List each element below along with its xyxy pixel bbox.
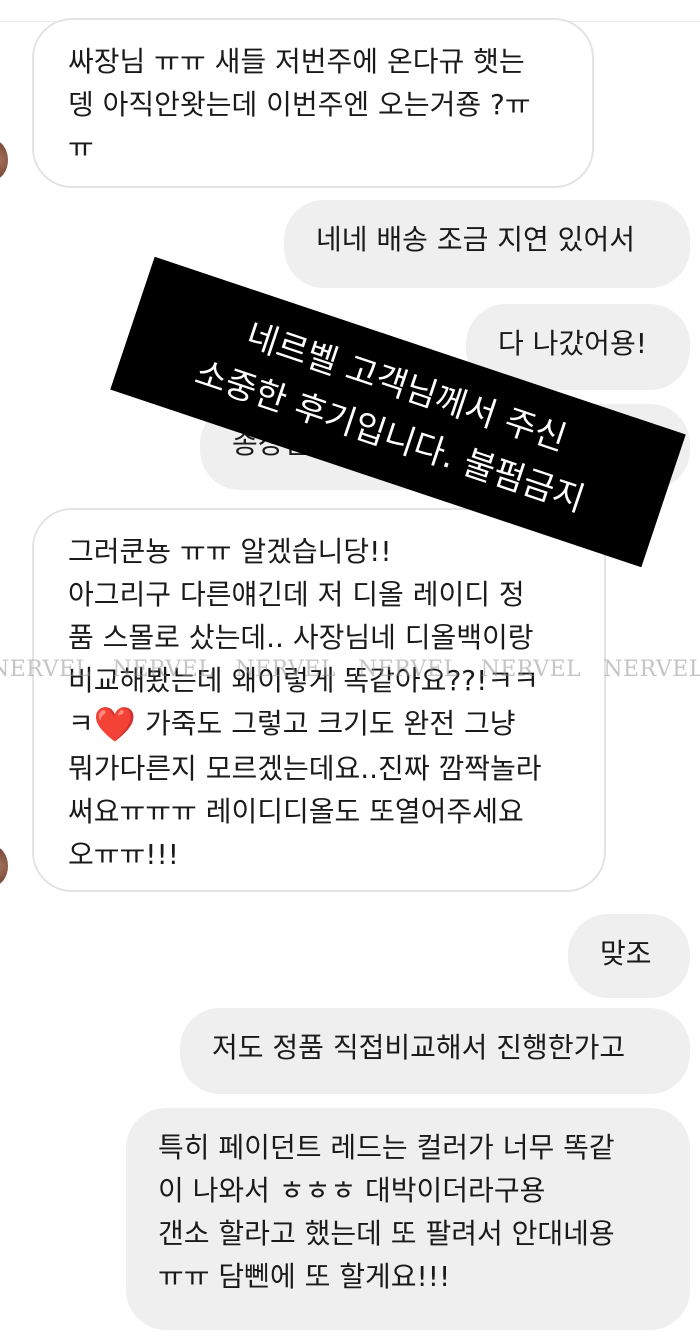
message-line: 그러쿤뇽 ㅠㅠ 알겠습니당!! (68, 535, 392, 568)
message-bubble-received[interactable]: 싸장님 ㅠㅠ 새들 저번주에 온다규 햇는 뎅 아직안왓는데 이번주엔 오는거죵… (32, 18, 594, 188)
watermark-text: NERVEL (603, 657, 700, 682)
watermark-text: NERVEL (357, 657, 459, 682)
message-line: 품 스몰로 샀는데.. 사장님네 디올백이랑 (68, 621, 534, 654)
message-line: 아그리구 다른얘긴데 저 디올 레이디 정 (68, 578, 525, 611)
watermark-text: NERVEL (480, 657, 582, 682)
watermark-text: NERVEL (112, 657, 214, 682)
message-bubble-received[interactable]: 그러쿤뇽 ㅠㅠ 알겠습니당!! 아그리구 다른얘긴데 저 디올 레이디 정 품 … (32, 508, 606, 892)
sender-avatar[interactable] (0, 140, 8, 180)
message-line: 이 나와서 ㅎㅎㅎ 대박이더라구용 (158, 1174, 546, 1207)
message-line: 뎅 아직안왓는데 이번주엔 오는거죵 ?ㅠ (68, 88, 531, 121)
sender-avatar[interactable] (0, 846, 8, 886)
message-line: 특히 페이던트 레드는 컬러가 너무 똑같 (158, 1131, 615, 1164)
message-line: 써요ㅠㅠㅠ 레이디디올도 또열어주세요 (68, 795, 524, 828)
message-line: 네네 배송 조금 지연 있어서 (316, 223, 635, 256)
message-line: 저도 정품 직접비교해서 진행한가고 (212, 1031, 626, 1064)
watermark-text: NERVEL (0, 657, 91, 682)
message-bubble-sent[interactable]: 특히 페이던트 레드는 컬러가 너무 똑같 이 나와서 ㅎㅎㅎ 대박이더라구용 … (126, 1108, 690, 1330)
watermark-strip: NERVELNERVELNERVELNERVELNERVELNERVELNERV… (0, 657, 700, 682)
message-line: 다 나갔어용! (498, 327, 647, 360)
message-line-text: ㅋ (68, 707, 94, 740)
message-bubble-sent[interactable]: 네네 배송 조금 지연 있어서 (284, 200, 690, 288)
message-line: 갠소 할라고 했는데 또 팔려서 안대네용 (158, 1217, 615, 1250)
watermark-text: NERVEL (235, 657, 336, 682)
message-line: ㅋ❤️ 가죽도 그렇고 크기도 완전 그냥 (68, 702, 570, 747)
message-bubble-sent[interactable]: 저도 정품 직접비교해서 진행한가고 (180, 1008, 690, 1094)
message-line: 뭐가다른지 모르겠는데요..진짜 깜짝놀라 (68, 752, 542, 785)
heart-emoji-icon: ❤️ (93, 705, 137, 745)
message-bubble-sent[interactable]: 맞조 (568, 914, 690, 998)
message-line: ㅠㅠ 담뻰에 또 할게요!!! (158, 1260, 451, 1293)
message-line-text: 가죽도 그렇고 크기도 완전 그냥 (145, 707, 516, 740)
message-line: 맞조 (600, 937, 652, 970)
message-line: 오ㅠㅠ!!! (68, 838, 179, 871)
message-line: 싸장님 ㅠㅠ 새들 저번주에 온다규 햇는 (68, 45, 525, 78)
message-line: ㅠ (68, 131, 94, 164)
